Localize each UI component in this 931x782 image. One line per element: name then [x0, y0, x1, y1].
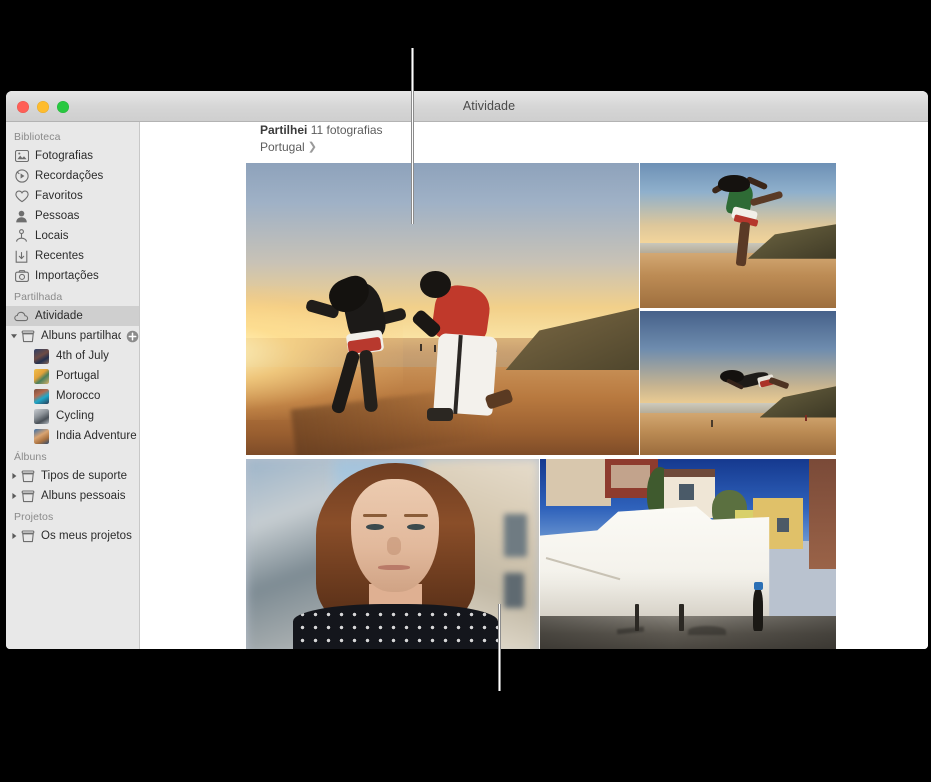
sidebar-item-recentes[interactable]: Recentes — [6, 246, 139, 266]
sidebar-item-locais[interactable]: Locais — [6, 226, 139, 246]
thumb-4th-of-july-icon — [34, 349, 49, 364]
screenshot-root: Atividade Biblioteca Fotografias Recorda… — [0, 0, 931, 782]
photos-icon — [14, 149, 29, 164]
sidebar-item-fotografias[interactable]: Fotografias — [6, 146, 139, 166]
chevron-right-icon[interactable] — [9, 531, 19, 541]
album-link[interactable]: Portugal ❯ — [260, 139, 680, 156]
album-icon — [20, 469, 35, 484]
activity-content-area: Partilhei 11 fotografias Portugal ❯ — [141, 122, 928, 649]
photo-falling-girl[interactable] — [640, 311, 836, 455]
callout-line-top — [411, 48, 414, 224]
sidebar-item-label: Os meus projetos — [41, 530, 132, 542]
photo-count-label: 11 fotografias — [311, 123, 383, 137]
sidebar-group-albuns: Álbuns — [6, 446, 139, 466]
sidebar-item-label: Recentes — [35, 250, 84, 262]
sidebar-item-albuns-pessoais[interactable]: Álbuns pessoais — [6, 486, 139, 506]
sidebar-item-portugal[interactable]: Portugal — [6, 366, 139, 386]
thumb-india-adventure-icon — [34, 429, 49, 444]
photos-app-window: Atividade Biblioteca Fotografias Recorda… — [6, 91, 928, 649]
album-icon — [20, 329, 35, 344]
shared-summary-line: Partilhei 11 fotografias — [260, 122, 680, 139]
camera-icon — [14, 269, 29, 284]
sidebar[interactable]: Biblioteca Fotografias Recordações Favor… — [6, 122, 140, 649]
window-titlebar[interactable]: Atividade — [6, 91, 928, 122]
sidebar-item-label: Locais — [35, 230, 69, 242]
window-title: Atividade — [6, 91, 928, 122]
memories-icon — [14, 169, 29, 184]
sidebar-item-label: Álbuns pessoais — [41, 490, 126, 502]
photo-beach-capoeira-pair[interactable] — [246, 163, 639, 455]
photo-white-wall-street[interactable] — [540, 459, 836, 649]
cloud-icon — [14, 309, 29, 324]
sidebar-item-label: Recordações — [35, 170, 103, 182]
sidebar-item-os-meus-projetos[interactable]: Os meus projetos — [6, 526, 139, 546]
sidebar-item-atividade[interactable]: Atividade — [6, 306, 139, 326]
sidebar-item-label: Pessoas — [35, 210, 79, 222]
add-icon[interactable] — [126, 330, 139, 343]
sidebar-item-cycling[interactable]: Cycling — [6, 406, 139, 426]
sidebar-group-projetos: Projetos — [6, 506, 139, 526]
download-icon — [14, 249, 29, 264]
shared-by-label: Partilhei — [260, 123, 307, 137]
thumb-morocco-icon — [34, 389, 49, 404]
album-icon — [20, 529, 35, 544]
sidebar-group-partilhada: Partilhada — [6, 286, 139, 306]
photo-jumping-girl[interactable] — [640, 163, 836, 308]
chevron-right-icon[interactable] — [9, 491, 19, 501]
sidebar-group-biblioteca: Biblioteca — [6, 126, 139, 146]
chevron-down-icon[interactable] — [9, 331, 19, 341]
sidebar-item-label: Morocco — [56, 390, 100, 402]
sidebar-item-tipos-de-suporte[interactable]: Tipos de suporte — [6, 466, 139, 486]
album-name-label: Portugal — [260, 139, 305, 156]
sidebar-item-label: Importações — [35, 270, 99, 282]
callout-line-bottom — [498, 604, 501, 691]
sidebar-item-india-adventure[interactable]: India Adventure — [6, 426, 139, 446]
pin-icon — [14, 229, 29, 244]
sidebar-item-label: Fotografias — [35, 150, 93, 162]
heart-icon — [14, 189, 29, 204]
sidebar-item-albuns-partilhados[interactable]: Álbuns partilhados — [6, 326, 139, 346]
chevron-right-icon[interactable] — [9, 471, 19, 481]
sidebar-item-label: Álbuns partilhados — [41, 330, 121, 342]
sidebar-item-pessoas[interactable]: Pessoas — [6, 206, 139, 226]
photo-portrait-woman[interactable] — [246, 459, 539, 649]
thumb-portugal-icon — [34, 369, 49, 384]
chevron-right-icon: ❯ — [308, 142, 317, 153]
sidebar-item-4th-of-july[interactable]: 4th of July — [6, 346, 139, 366]
sidebar-item-label: Cycling — [56, 410, 94, 422]
sidebar-item-importacoes[interactable]: Importações — [6, 266, 139, 286]
activity-heading: Partilhei 11 fotografias Portugal ❯ — [260, 122, 680, 156]
sidebar-item-label: India Adventure — [56, 430, 137, 442]
thumb-cycling-icon — [34, 409, 49, 424]
sidebar-item-recordacoes[interactable]: Recordações — [6, 166, 139, 186]
sidebar-item-label: 4th of July — [56, 350, 109, 362]
sidebar-item-label: Favoritos — [35, 190, 83, 202]
album-icon — [20, 489, 35, 504]
sidebar-item-favoritos[interactable]: Favoritos — [6, 186, 139, 206]
sidebar-item-label: Tipos de suporte — [41, 470, 127, 482]
sidebar-item-label: Atividade — [35, 310, 83, 322]
sidebar-item-morocco[interactable]: Morocco — [6, 386, 139, 406]
person-icon — [14, 209, 29, 224]
sidebar-item-label: Portugal — [56, 370, 99, 382]
